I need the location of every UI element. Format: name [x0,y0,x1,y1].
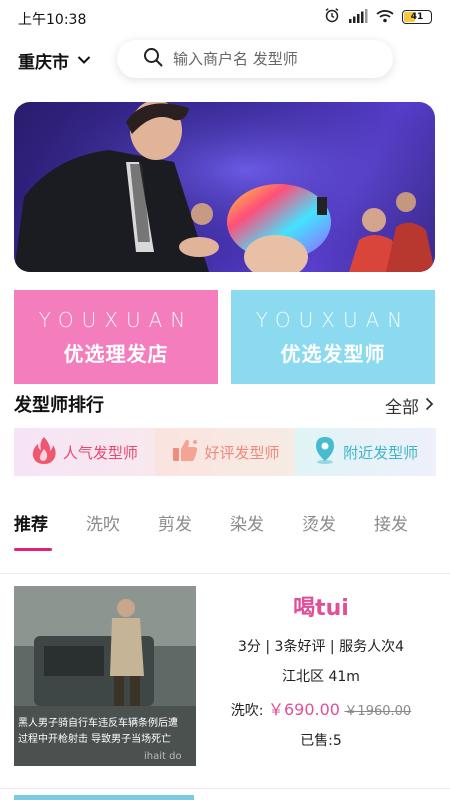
status-bar: 上午10:38 41 [0,0,450,34]
tabs-divider [0,573,450,574]
chevron-right-icon [425,396,434,416]
battery-icon: 41 [402,10,432,24]
signal-icon [348,8,368,27]
service-tabs: 推荐 洗吹 剪发 染发 烫发 接发 [14,510,446,554]
search-icon [143,47,163,71]
top-rated-stylist-label: 好评发型师 [204,443,280,462]
tab-haircut[interactable]: 剪发 [158,510,230,550]
popular-stylist-label: 人气发型师 [62,443,138,462]
shop-rating: 3分 | 3条好评 | 服务人次4 [238,639,404,655]
tab-perm[interactable]: 烫发 [302,510,374,550]
stylist-ranking-title: 发型师排行 [14,395,104,416]
shop-photo-caption-1: 黑人男子骑自行车违反车辆条例后遭 [18,716,178,729]
tab-extension[interactable]: 接发 [374,510,446,550]
status-icons: 41 [324,8,432,26]
featured-salon-en: YOUXUAN [38,307,194,332]
featured-salon-card[interactable]: YOUXUAN 优选理发店 [14,290,218,384]
featured-salon-title: 优选理发店 [63,341,169,366]
shop-info[interactable]: 喝tui 3分 | 3条好评 | 服务人次4 江北区 41m 洗吹: ￥690.… [206,586,436,750]
ranking-categories: 人气发型师 好评发型师 附近发型师 [14,428,437,476]
shop-price-row: 洗吹: ￥690.00 ￥1960.00 [206,696,436,720]
tab-dye[interactable]: 染发 [230,510,302,550]
active-tab-indicator [14,548,52,551]
current-price: ￥690.00 [267,700,340,719]
featured-stylist-card[interactable]: YOUXUAN 优选发型师 [231,290,435,384]
battery-level: 41 [410,12,424,22]
view-all-link[interactable]: 全部 [385,393,434,418]
featured-stylist-title: 优选发型师 [280,341,386,366]
shop-photo: 黑人男子骑自行车违反车辆条例后遭 过程中开枪射击 导致男子当场死亡 ihait … [14,586,196,766]
service-label: 洗吹: [230,703,264,719]
alarm-icon [324,7,340,27]
shop-photo-caption-2: 过程中开枪射击 导致男子当场死亡 [18,732,171,745]
city-selector[interactable]: 重庆市 [18,48,91,73]
flame-icon [31,435,57,469]
shop-image[interactable]: 黑人男子骑自行车违反车辆条例后遭 过程中开枪射击 导致男子当场死亡 ihait … [14,586,196,766]
tab-wash-blow[interactable]: 洗吹 [86,510,158,550]
original-price: ￥1960.00 [344,704,412,719]
chevron-down-icon [77,50,91,70]
sold-count: 已售:5 [300,733,342,749]
shop-photo-watermark: ihait do [144,751,182,762]
view-all-label: 全部 [385,398,419,418]
nearby-stylist-button[interactable]: 附近发型师 [295,428,437,476]
tab-recommend[interactable]: 推荐 [14,510,86,551]
featured-stylist-en: YOUXUAN [255,307,411,332]
status-time: 上午10:38 [18,12,87,28]
next-item-preview [14,795,194,800]
top-rated-stylist-button[interactable]: 好评发型师 [154,428,296,476]
city-label: 重庆市 [18,52,69,73]
popular-stylist-button[interactable]: 人气发型师 [14,428,155,476]
list-divider [0,788,450,789]
nearby-stylist-label: 附近发型师 [343,443,419,462]
banner-photo [14,102,435,272]
wifi-icon [376,8,394,27]
location-pin-icon [313,435,337,469]
thumbs-up-icon [171,437,199,467]
search-bar[interactable] [117,40,393,78]
shop-location: 江北区 41m [282,669,360,685]
hero-banner[interactable] [14,102,435,272]
shop-name: 喝tui [293,596,349,621]
search-input[interactable] [173,50,383,68]
